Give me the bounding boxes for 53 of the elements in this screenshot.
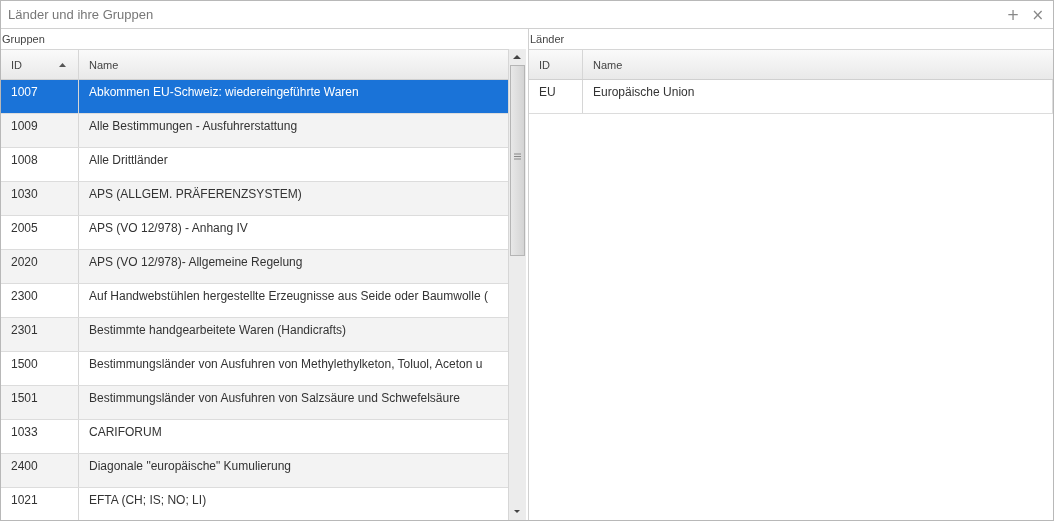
table-row[interactable]: 2020 APS (VO 12/978)- Allgemeine Regelung — [1, 250, 508, 284]
table-cell-text: Diagonale "europäische" Kumulierung — [88, 458, 292, 475]
table-cell: 1033 — [1, 420, 79, 453]
panel-title: Gruppen — [1, 32, 46, 47]
table-row[interactable]: 1008 Alle Drittländer — [1, 148, 508, 182]
table-row[interactable]: 1033 CARIFORUM — [1, 420, 508, 454]
table-cell-text: APS (VO 12/978) - Anhang IV — [88, 220, 249, 237]
table-cell: 1009 — [1, 114, 79, 147]
table-row[interactable]: 2301 Bestimmte handgearbeitete Waren (Handicrafts) — [1, 318, 508, 352]
table-cell-text: APS (VO 12/978)- Allgemeine Regelung — [88, 254, 304, 271]
window-button[interactable]: + — [1003, 6, 1023, 23]
table-cell: 2301 — [1, 318, 79, 351]
table-cell-text: EFTA (CH; IS; NO; LI) — [88, 492, 208, 509]
table-cell-text: Auf Handwebstühlen hergestellte Erzeugnisse aus Seide oder Baumwolle ( — [88, 288, 489, 305]
table-cell: 1021 — [1, 488, 79, 520]
scrollbar[interactable] — [508, 49, 526, 520]
column-header[interactable]: Name — [79, 50, 508, 79]
window-button[interactable]: × — [1028, 6, 1047, 23]
panel-title: Länder — [529, 32, 566, 47]
table-cell: 2300 — [1, 284, 79, 317]
table-cell: 2400 — [1, 454, 79, 487]
table-cell-text: Bestimmungsländer von Ausfuhren von Salzsäure und Schwefelsäure — [88, 390, 461, 407]
table-cell: EU — [529, 80, 583, 113]
table-row[interactable]: 2300 Auf Handwebstühlen hergestellte Erzeugnisse aus Seide oder Baumwolle ( — [1, 284, 508, 318]
table-row[interactable]: 1500 Bestimmungsländer von Ausfuhren von Methylethylketon, Toluol, Aceton u — [1, 352, 508, 386]
table-row[interactable]: 1009 Alle Bestimmungen - Ausfuhrerstattung — [1, 114, 508, 148]
table-cell-text: Abkommen EU-Schweiz: wiedereingeführte Waren — [88, 84, 360, 101]
table-cell: 2020 — [1, 250, 79, 283]
table-row[interactable]: 1007 Abkommen EU-Schweiz: wiedereingeführte Waren — [1, 80, 508, 114]
table-row[interactable]: 1501 Bestimmungsländer von Ausfuhren von Salzsäure und Schwefelsäure — [1, 386, 508, 420]
column-header[interactable]: ID — [529, 50, 583, 79]
table-cell-text: APS (ALLGEM. PRÄFERENZSYSTEM) — [88, 186, 303, 203]
column-header[interactable]: Name — [583, 50, 1053, 79]
grip-icon[interactable] — [514, 153, 521, 160]
table-cell-text: Alle Bestimmungen - Ausfuhrerstattung — [88, 118, 299, 135]
table-cell-text: CARIFORUM — [88, 424, 163, 441]
table-row[interactable]: 1030 APS (ALLGEM. PRÄFERENZSYSTEM) — [1, 182, 508, 216]
table-row[interactable]: 2005 APS (VO 12/978) - Anhang IV — [1, 216, 508, 250]
scrollbar-thumb[interactable] — [510, 65, 525, 256]
table-cell: 1500 — [1, 352, 79, 385]
table-cell: 1007 — [1, 80, 79, 113]
table-cell: 1501 — [1, 386, 79, 419]
column-header[interactable]: ID — [1, 50, 79, 79]
table-cell-text: Europäische Union — [592, 84, 696, 101]
table-cell-text: Bestimmte handgearbeitete Waren (Handicrafts) — [88, 322, 347, 339]
table-row[interactable]: 2400 Diagonale "europäische" Kumulierung — [1, 454, 508, 488]
table-cell: 1030 — [1, 182, 79, 215]
window-title: Länder und ihre Gruppen — [8, 7, 154, 22]
table-cell-text: Bestimmungsländer von Ausfuhren von Methylethylketon, Toluol, Aceton u — [88, 356, 484, 373]
table-row[interactable]: EU Europäische Union — [529, 80, 1053, 114]
table-cell-text: Alle Drittländer — [88, 152, 169, 169]
table-cell: 1008 — [1, 148, 79, 181]
table-cell: 2005 — [1, 216, 79, 249]
